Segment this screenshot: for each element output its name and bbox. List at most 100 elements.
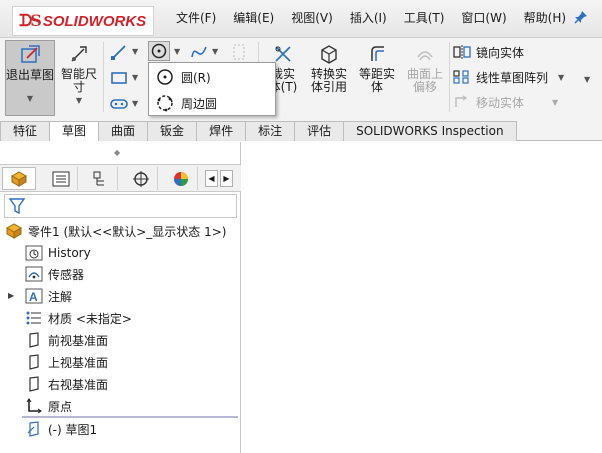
configuration-manager-tab[interactable] [84, 167, 118, 190]
menu-help[interactable]: 帮助(H) [524, 9, 566, 26]
chevron-down-icon[interactable]: ▼ [132, 47, 138, 56]
line-icon[interactable] [108, 42, 130, 62]
convert-entities-button[interactable]: 转换实 体引用 [306, 40, 352, 116]
tab-sketch[interactable]: 草图 [49, 121, 100, 141]
command-manager-tabs: 特征 草图 曲面 钣金 焊件 标注 评估 SOLIDWORKS Inspecti… [0, 121, 602, 141]
plane-icon [24, 353, 44, 371]
expand-arrow-icon[interactable]: ▶ [8, 291, 14, 300]
smart-dimension-label-2: 寸 [72, 80, 85, 94]
ribbon-divider [103, 42, 104, 112]
tree-item-label: 前视基准面 [48, 333, 109, 348]
logo-wordmark: SOLIDWORKS [42, 12, 147, 30]
menu-window[interactable]: 窗口(W) [461, 9, 506, 26]
plane-icon [24, 331, 44, 349]
tree-item-origin[interactable]: 原点 [24, 396, 72, 416]
tree-item-right-plane[interactable]: 右视基准面 [24, 374, 108, 394]
property-manager-tab[interactable] [44, 167, 78, 190]
tree-item-annotations[interactable]: A 注解 [24, 286, 72, 306]
display-manager-tab[interactable] [164, 167, 198, 190]
circle-tool-button[interactable] [148, 41, 170, 61]
menu-file[interactable]: 文件(F) [176, 9, 216, 26]
tree-item-label: 上视基准面 [48, 355, 109, 370]
tab-sheet-metal[interactable]: 钣金 [147, 121, 198, 141]
origin-icon [24, 397, 44, 415]
rectangle-icon[interactable] [108, 68, 130, 88]
tree-item-sketch1[interactable]: (-) 草图1 [24, 419, 97, 439]
tab-surfaces[interactable]: 曲面 [98, 121, 149, 141]
ribbon-overflow-chevron-icon[interactable]: ▼ [584, 75, 590, 84]
appearance-ball-icon [173, 171, 188, 186]
menu-edit[interactable]: 编辑(E) [233, 9, 274, 26]
chevron-down-icon[interactable]: ▼ [132, 73, 138, 82]
panel-scroll-right-icon[interactable]: ▶ [220, 170, 233, 187]
tree-item-front-plane[interactable]: 前视基准面 [24, 330, 108, 350]
tab-markup[interactable]: 标注 [245, 121, 296, 141]
tab-features[interactable]: 特征 [0, 121, 51, 141]
dimxpert-manager-tab[interactable] [124, 167, 158, 190]
tab-evaluate[interactable]: 评估 [294, 121, 345, 141]
tree-item-label: (-) 草图1 [48, 422, 98, 437]
tree-filter[interactable] [4, 194, 237, 218]
move-entities-button[interactable]: 移动实体 ▼ [452, 92, 558, 112]
convert-entities-icon [317, 42, 341, 66]
smart-dimension-button[interactable]: 智能尺 寸 ▼ [57, 40, 101, 116]
menu-item-perimeter-circle[interactable]: 周边圆 [149, 91, 275, 115]
offset-entities-icon [365, 42, 389, 66]
move-icon [452, 93, 472, 111]
menu-tools[interactable]: 工具(T) [404, 9, 445, 26]
circle-icon [155, 67, 175, 87]
tree-item-material[interactable]: 材质 <未指定> [24, 308, 132, 328]
ds-logo-mark: ᗪS [19, 11, 42, 30]
solidworks-logo[interactable]: ᗪS SOLIDWORKS [12, 6, 154, 36]
plane-icon [24, 375, 44, 393]
menu-view[interactable]: 视图(V) [291, 9, 333, 26]
panel-tab-bar: ◀ ▶ [0, 164, 241, 192]
menu-item-circle[interactable]: 圆(R) [149, 65, 275, 89]
tree-item-top-plane[interactable]: 上视基准面 [24, 352, 108, 372]
tree-item-label: History [48, 246, 91, 260]
mirror-entities-button[interactable]: 镜向实体 [452, 42, 524, 62]
move-label: 移动实体 [476, 95, 525, 110]
exit-sketch-label: 退出草图 [6, 68, 55, 82]
tab-weldments[interactable]: 焊件 [196, 121, 247, 141]
circle-dropdown-menu: 圆(R) 周边圆 [148, 62, 276, 116]
offset-on-surface-button[interactable]: 曲面上 偏移 [404, 40, 446, 116]
tree-item-history[interactable]: History [24, 243, 91, 263]
chevron-down-icon[interactable]: ▼ [132, 99, 138, 108]
chevron-down-icon[interactable]: ▼ [212, 47, 218, 56]
linear-pattern-label: 线性草图阵列 [476, 70, 549, 85]
menu-bar: 文件(F) 编辑(E) 视图(V) 插入(I) 工具(T) 窗口(W) 帮助(H… [176, 9, 583, 26]
offset-entities-button[interactable]: 等距实 体 [356, 40, 398, 116]
menu-insert[interactable]: 插入(I) [350, 9, 387, 26]
tab-solidworks-inspection[interactable]: SOLIDWORKS Inspection [343, 121, 517, 141]
tree-item-label: 材质 <未指定> [48, 311, 132, 326]
panel-scroll-left-icon[interactable]: ◀ [205, 170, 218, 187]
tree-item-sensors[interactable]: 传感器 [24, 264, 84, 284]
command-manager-ribbon: 退出草图 ▼ 智能尺 寸 ▼ ▼ ▼ ▼ ▼ ▼ 裁实 体(T) 转换实 体引用… [0, 38, 602, 121]
linear-sketch-pattern-button[interactable]: 线性草图阵列 ▼ [452, 67, 564, 87]
text-tool-icon[interactable] [228, 42, 250, 62]
exit-sketch-button[interactable]: 退出草图 ▼ [5, 40, 55, 116]
title-bar: ᗪS SOLIDWORKS 文件(F) 编辑(E) 视图(V) 插入(I) 工具… [0, 0, 602, 38]
panel-grip-icon[interactable]: ◆ [114, 148, 120, 157]
offset-label-2: 体 [370, 80, 383, 94]
material-icon [24, 309, 44, 327]
convert-label-2: 体引用 [310, 80, 347, 94]
chevron-down-icon[interactable]: ▼ [76, 94, 82, 107]
chevron-down-icon[interactable]: ▼ [27, 92, 33, 105]
chevron-down-icon[interactable]: ▼ [552, 98, 558, 107]
slot-icon[interactable] [108, 94, 130, 114]
property-list-icon [52, 171, 69, 186]
tree-item-label: 原点 [48, 399, 73, 414]
configuration-icon [93, 171, 104, 185]
spline-icon[interactable] [188, 42, 210, 62]
chevron-down-icon[interactable]: ▼ [174, 47, 180, 56]
tree-root-part[interactable]: 零件1 (默认<<默认>_显示状态 1>) [4, 221, 226, 241]
feature-manager-tab[interactable] [2, 167, 36, 190]
annotations-icon: A [24, 287, 44, 305]
smart-dimension-icon [67, 42, 91, 66]
pin-icon[interactable] [574, 10, 588, 28]
svg-text:A: A [29, 290, 38, 304]
rollback-bar[interactable] [22, 416, 238, 418]
chevron-down-icon[interactable]: ▼ [558, 73, 564, 82]
